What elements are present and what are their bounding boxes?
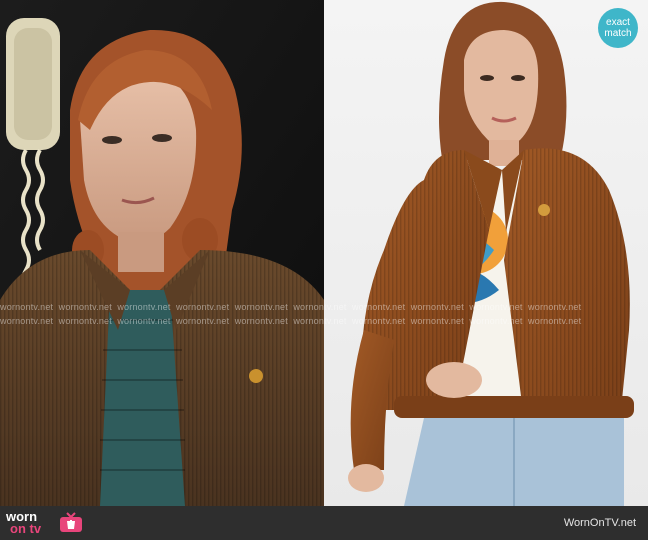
left-photo-illustration (0, 0, 324, 506)
footer-bar: worn on tv WornOnTV.net (0, 506, 648, 540)
site-logo[interactable]: worn on tv (6, 510, 86, 536)
right-photo (324, 0, 648, 506)
site-url[interactable]: WornOnTV.net (564, 517, 636, 529)
exact-match-badge: exact match (598, 8, 638, 48)
left-photo (0, 0, 324, 506)
badge-line-2: match (604, 28, 632, 39)
badge-line-1: exact (606, 17, 630, 28)
tv-icon (60, 512, 82, 532)
right-photo-illustration (324, 0, 648, 506)
logo-word-ontv: on tv (10, 521, 42, 536)
